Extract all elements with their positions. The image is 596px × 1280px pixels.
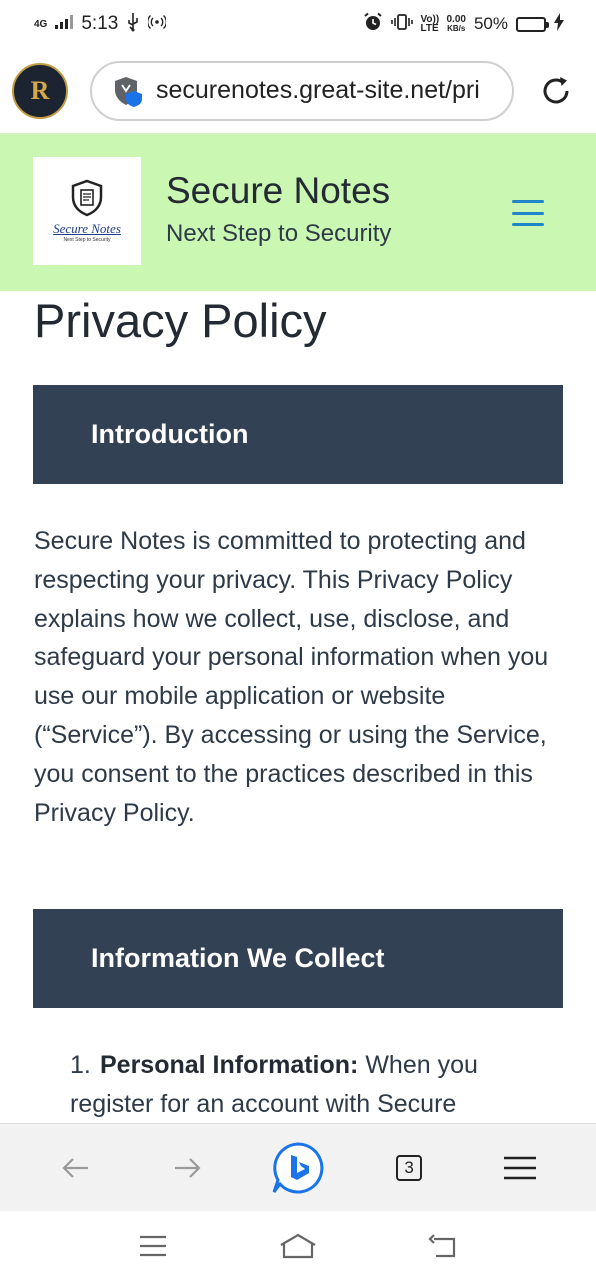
list-item: 1. Personal Information: When you registe… (70, 1046, 550, 1123)
status-left: 4G 5:13 (34, 12, 168, 37)
back-button[interactable] (46, 1138, 106, 1198)
url-text: securenotes.great-site.net/pri (156, 76, 480, 104)
usb-icon (126, 12, 140, 37)
reload-icon (543, 76, 569, 103)
security-shield-icon[interactable] (112, 75, 144, 107)
recent-apps-button[interactable] (123, 1216, 183, 1276)
section-header-introduction: Introduction (33, 385, 563, 484)
browser-menu-button[interactable] (490, 1138, 550, 1198)
forward-button[interactable] (157, 1138, 217, 1198)
site-title[interactable]: Secure Notes (166, 170, 390, 212)
volte-indicator: Vo)) LTE (420, 14, 440, 34)
charging-icon (554, 12, 564, 36)
section-header-information-we-collect: Information We Collect (33, 909, 563, 1008)
signal-icon (55, 14, 74, 34)
site-tagline: Next Step to Security (166, 220, 392, 247)
address-bar[interactable]: securenotes.great-site.net/pri (90, 60, 514, 121)
browser-address-row: R securenotes.great-site.net/pri (0, 48, 596, 133)
reload-button[interactable] (538, 73, 574, 109)
page-title: Privacy Policy (34, 294, 327, 347)
arrow-right-icon (174, 1157, 201, 1178)
battery-percent: 50% (473, 14, 508, 33)
bing-chat-button[interactable] (268, 1138, 328, 1198)
status-right: Vo)) LTE 0.00 KB/s 50% (363, 12, 564, 37)
tab-count-badge: 3 (396, 1154, 423, 1181)
list-number: 1. (70, 1051, 91, 1079)
hamburger-menu-icon[interactable] (512, 200, 544, 226)
system-back-button[interactable] (413, 1216, 473, 1276)
list-term: Personal Information: (100, 1051, 359, 1079)
site-header: Secure Notes Next Step to Security Secur… (0, 133, 596, 291)
battery-icon (516, 16, 549, 32)
logo-tagline: Next Step to Security (63, 237, 111, 243)
browser-toolbar: 3 (0, 1123, 596, 1211)
bing-icon (272, 1141, 324, 1193)
home-button[interactable] (268, 1216, 328, 1276)
network-speed-unit: KB/s (447, 24, 466, 33)
arrow-left-icon (62, 1157, 88, 1178)
alarm-icon (363, 12, 383, 37)
section-title: Introduction (91, 419, 249, 449)
profile-avatar[interactable]: R (12, 62, 68, 119)
profile-initials: R (30, 75, 50, 105)
home-icon (280, 1233, 316, 1258)
clock: 5:13 (81, 13, 119, 34)
menu-icon (504, 1156, 537, 1179)
status-bar: 4G 5:13 Vo)) LTE 0.00 KB/s 50% (0, 0, 596, 48)
recents-icon (139, 1235, 166, 1256)
vibrate-icon (390, 13, 413, 36)
network-speed: 0.00 KB/s (447, 15, 466, 34)
hotspot-icon (147, 13, 168, 36)
intro-paragraph: Secure Notes is committed to protecting … (34, 527, 549, 827)
logo-shield-icon (71, 179, 103, 217)
page-content[interactable]: Privacy Policy Introduction Secure Notes… (0, 291, 596, 1123)
system-navigation-bar (0, 1211, 596, 1280)
back-icon (428, 1233, 456, 1257)
logo-name: Secure Notes (53, 221, 121, 236)
site-logo[interactable]: Secure Notes Next Step to Security (33, 157, 141, 265)
section-title: Information We Collect (91, 943, 385, 973)
network-type: 4G (34, 18, 48, 30)
tabs-button[interactable]: 3 (379, 1138, 439, 1198)
